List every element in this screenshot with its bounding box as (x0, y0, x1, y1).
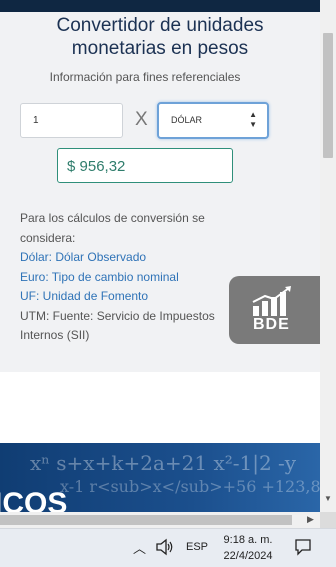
scroll-down-icon[interactable]: ▼ (324, 494, 332, 503)
link-dolar[interactable]: Dólar: Dólar Observado (20, 248, 245, 268)
banner-word: ICOS (0, 487, 68, 512)
converter-subtitle: Información para fines referenciales (49, 70, 241, 84)
clock[interactable]: 9:18 a. m. 22/4/2024 (218, 532, 278, 564)
currency-select-value: DÓLAR (171, 115, 203, 125)
bde-button[interactable]: BDE (229, 276, 320, 344)
link-uf[interactable]: UF: Unidad de Fomento (20, 287, 245, 307)
bde-label: BDE (253, 316, 290, 333)
clock-time: 9:18 a. m. (223, 534, 273, 546)
stats-banner: xⁿ s+x+k+2a+21 x²-1|2 -y x-1 r<sub>x</su… (0, 443, 320, 512)
select-arrows-icon: ▲ ▼ (249, 110, 257, 129)
title-line-2: monetarias en pesos (71, 38, 249, 59)
bar-chart-icon (252, 286, 291, 316)
link-euro[interactable]: Euro: Tipo de cambio nominal (20, 268, 245, 288)
converter-title: Convertidor de unidades monetarias en pe… (0, 14, 320, 60)
banner-formula-1: xⁿ s+x+k+2a+21 x²-1|2 -y (30, 451, 297, 475)
conversion-notes: Para los cálculos de conversión se consi… (20, 209, 245, 346)
vertical-scrollbar[interactable]: ▼ (320, 0, 336, 512)
chevron-up-icon[interactable]: ︿ (133, 538, 146, 557)
windows-taskbar: ︿ ESP 9:18 a. m. 22/4/2024 (0, 528, 336, 567)
result-value: $ 956,32 (67, 158, 126, 175)
notes-intro: Para los cálculos de conversión se consi… (20, 211, 205, 245)
title-line-1: Convertidor de unidades (56, 15, 264, 36)
banner-formula-2: x-1 r<sub>x</sub>+56 +123,85 (60, 477, 320, 496)
notes-utm: UTM: Fuente: Servicio de Impuestos Inter… (20, 308, 215, 343)
scrollbar-corner (320, 512, 336, 528)
page-top-bar (0, 0, 320, 12)
language-indicator[interactable]: ESP (186, 541, 208, 553)
notification-icon[interactable] (294, 538, 312, 556)
clock-date: 22/4/2024 (223, 550, 273, 562)
amount-input[interactable] (20, 103, 123, 138)
scroll-right-icon[interactable]: ▶ (307, 514, 314, 525)
vertical-scroll-thumb[interactable] (323, 33, 333, 158)
horizontal-scrollbar[interactable]: ▶ (0, 512, 320, 528)
horizontal-scroll-thumb[interactable] (0, 515, 292, 525)
multiply-symbol: X (135, 109, 148, 130)
conversion-result: $ 956,32 (57, 148, 233, 183)
volume-icon[interactable] (155, 538, 175, 556)
currency-select[interactable]: DÓLAR ▲ ▼ (157, 102, 269, 139)
